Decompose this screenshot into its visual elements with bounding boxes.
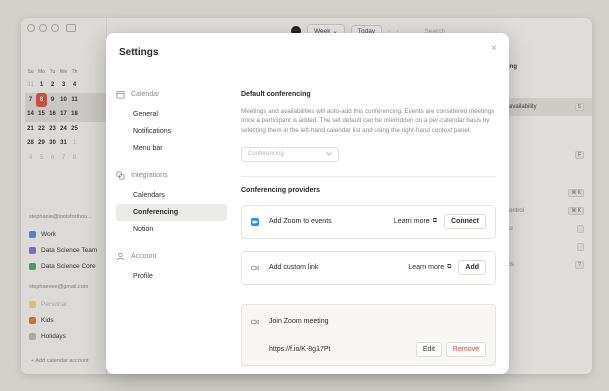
- default-conferencing-description: Meetings and availabilities will auto-ad…: [241, 108, 495, 134]
- provider-zoom: Add Zoom to events Learn more ⧉ Connect: [241, 204, 496, 239]
- add-custom-link-button[interactable]: Add: [458, 260, 486, 276]
- conferencing-select[interactable]: Conferencing: [241, 146, 339, 162]
- user-icon: [116, 252, 125, 260]
- remove-button[interactable]: Remove: [445, 342, 486, 358]
- learn-more-label: Learn more: [408, 264, 445, 272]
- nav-section-label: Integrations: [131, 171, 168, 179]
- nav-item-conferencing[interactable]: Conferencing: [116, 204, 227, 221]
- settings-content: Default conferencing Meetings and availa…: [241, 91, 496, 366]
- settings-modal: Settings × Calendar General Notification…: [106, 33, 509, 374]
- conferencing-select-value: Conferencing: [248, 151, 284, 158]
- video-icon: [251, 319, 259, 325]
- settings-nav: Calendar General Notifications Menu bar …: [116, 88, 227, 285]
- close-icon[interactable]: ×: [491, 43, 497, 54]
- conferencing-providers-title: Conferencing providers: [241, 186, 320, 194]
- connect-zoom-button[interactable]: Connect: [444, 214, 486, 230]
- integrations-icon: [116, 170, 125, 180]
- nav-item-menu-bar[interactable]: Menu bar: [116, 140, 227, 157]
- nav-section-account: Account: [116, 250, 227, 262]
- default-conferencing-title: Default conferencing: [241, 91, 311, 98]
- learn-more-link[interactable]: Learn more ⧉: [408, 264, 451, 271]
- learn-more-label: Learn more: [393, 218, 430, 226]
- zoom-meeting-card: Join Zoom meeting https://f.io/K-8g17Pt …: [241, 303, 496, 366]
- nav-section-label: Calendar: [131, 90, 160, 98]
- calendar-icon: [116, 90, 125, 99]
- nav-item-calendars[interactable]: Calendars: [116, 187, 227, 204]
- edit-button[interactable]: Edit: [415, 342, 442, 358]
- provider-custom-link: Add custom link Learn more ⧉ Add: [241, 250, 496, 285]
- zoom-meeting-url: https://f.io/K-8g17Pt: [269, 346, 331, 354]
- modal-title: Settings: [119, 47, 159, 58]
- nav-section-label: Account: [131, 252, 157, 260]
- nav-item-notifications[interactable]: Notifications: [116, 123, 227, 140]
- nav-section-integrations: Integrations: [116, 169, 227, 181]
- chevron-down-icon: [326, 152, 332, 157]
- nav-item-notion[interactable]: Notion: [116, 221, 227, 238]
- nav-section-calendar: Calendar: [116, 88, 227, 100]
- external-link-icon: ⧉: [432, 218, 437, 225]
- external-link-icon: ⧉: [447, 264, 452, 271]
- provider-label: Add Zoom to events: [269, 218, 332, 226]
- zoom-meeting-header: Join Zoom meeting: [251, 305, 486, 339]
- learn-more-link[interactable]: Learn more ⧉: [394, 218, 437, 225]
- section-divider: [241, 175, 496, 177]
- zoom-meeting-label: Join Zoom meeting: [269, 318, 329, 326]
- nav-item-general[interactable]: General: [116, 106, 227, 123]
- zoom-icon: [251, 217, 259, 226]
- zoom-meeting-link-row: https://f.io/K-8g17Pt Edit Remove: [251, 339, 486, 361]
- video-icon: [251, 265, 259, 271]
- nav-item-profile[interactable]: Profile: [116, 268, 227, 285]
- provider-label: Add custom link: [269, 264, 319, 272]
